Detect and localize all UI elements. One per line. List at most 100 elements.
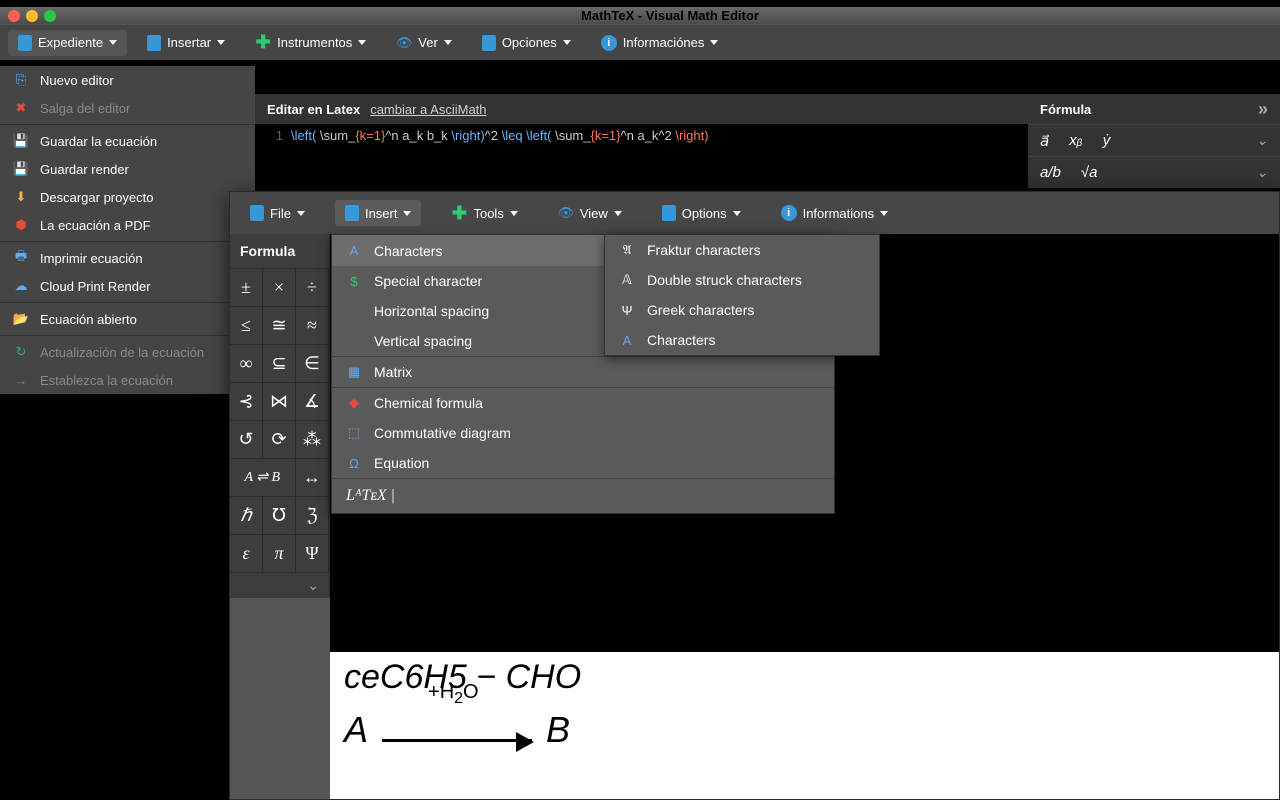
symbol-button[interactable]: ↺ — [230, 420, 263, 458]
titlebar: MathTeX - Visual Math Editor — [0, 0, 1280, 24]
menu-expediente[interactable]: Expediente — [8, 30, 127, 56]
symbol-button[interactable]: ⁂ — [296, 420, 329, 458]
formula-panel: Fórmula » a⃗ xᵦ ẏ ⌄ a/b √a ⌄ — [1028, 94, 1280, 188]
submenu-item-double-struck[interactable]: 𝔸Double struck characters — [605, 265, 879, 295]
menu-item-commutative[interactable]: ⬚Commutative diagram — [332, 418, 834, 448]
symbol-button[interactable]: ∈ — [296, 344, 329, 382]
overlay-menubar: File Insert ✚Tools 👁View Options iInform… — [230, 192, 1279, 234]
menu-instrumentos[interactable]: ✚ Instrumentos — [245, 30, 376, 56]
symbol-button[interactable]: × — [263, 268, 296, 306]
separator — [0, 335, 255, 336]
symbol-button[interactable]: ⊆ — [263, 344, 296, 382]
sidebar-item-nuevo[interactable]: ⎘Nuevo editor — [0, 66, 255, 94]
symbol-button[interactable]: ε — [230, 534, 263, 572]
menu-file[interactable]: File — [240, 200, 315, 226]
close-icon: ✖ — [12, 100, 30, 116]
formula-row[interactable]: a⃗ xᵦ ẏ ⌄ — [1028, 124, 1280, 156]
symbol-button[interactable]: ÷ — [296, 268, 329, 306]
long-arrow-icon — [382, 739, 532, 742]
sidebar-item-actualizacion[interactable]: ↻Actualización de la ecuación — [0, 338, 255, 366]
symbol-button[interactable]: ⊰ — [230, 382, 263, 420]
chevron-down-icon — [614, 211, 622, 216]
symbol-button[interactable]: A ⇌ B — [230, 458, 296, 496]
symbol-button[interactable]: ℏ — [230, 496, 263, 534]
main-menubar: Expediente Insertar ✚ Instrumentos 👁 Ver… — [0, 24, 1280, 60]
symbol-button[interactable]: ≈ — [296, 306, 329, 344]
document-icon — [345, 205, 359, 221]
sidebar-item-establezca[interactable]: →Establezca la ecuación — [0, 366, 255, 394]
sidebar-item-pdf[interactable]: ⬢La ecuación a PDF — [0, 211, 255, 239]
sidebar-item-guardar-render[interactable]: 💾Guardar render — [0, 155, 255, 183]
plus-icon: ✚ — [255, 35, 271, 51]
minimize-icon[interactable] — [26, 10, 38, 22]
menu-view[interactable]: 👁View — [548, 200, 632, 226]
eye-icon: 👁 — [396, 35, 412, 51]
symbol-button[interactable]: ∞ — [230, 344, 263, 382]
submenu-item-characters[interactable]: ACharacters — [605, 325, 879, 355]
maximize-icon[interactable] — [44, 10, 56, 22]
chevron-down-icon — [217, 40, 225, 45]
symbol-button[interactable]: ⟳ — [263, 420, 296, 458]
symbol-button[interactable]: ≤ — [230, 306, 263, 344]
symbol-button[interactable]: ± — [230, 268, 263, 306]
menu-ver[interactable]: 👁 Ver — [386, 30, 462, 56]
eye-icon: 👁 — [558, 205, 574, 221]
symbol-button[interactable]: ℧ — [263, 496, 296, 534]
symbol-button[interactable]: π — [263, 534, 296, 572]
sidebar-item-salga[interactable]: ✖Salga del editor — [0, 94, 255, 122]
psi-icon: Ψ — [619, 302, 635, 318]
formula-sidebar-title: Formula — [230, 234, 329, 268]
symbol-button[interactable]: ∡ — [296, 382, 329, 420]
character-icon: A — [619, 332, 635, 348]
symbol-button[interactable]: Ψ — [296, 534, 329, 572]
sidebar-item-descargar[interactable]: ⬇Descargar proyecto — [0, 183, 255, 211]
info-icon: i — [601, 35, 617, 51]
document-icon — [18, 35, 32, 51]
document-icon — [482, 35, 496, 51]
spacing-icon — [346, 303, 362, 319]
edit-latex-label: Editar en Latex — [267, 102, 360, 117]
sidebar-item-abierto[interactable]: 📂Ecuación abierto — [0, 305, 255, 333]
menu-insertar[interactable]: Insertar — [137, 30, 235, 56]
separator — [0, 124, 255, 125]
code-line: \left( \sum_{k=1}^n a_k b_k \right)^2 \l… — [291, 128, 709, 143]
arrow-label: +H2O — [428, 681, 479, 708]
pdf-icon: ⬢ — [12, 217, 30, 233]
dollar-icon: $ — [346, 273, 362, 289]
sidebar-item-cloud-print[interactable]: ☁Cloud Print Render — [0, 272, 255, 300]
chevron-down-icon — [444, 40, 452, 45]
chevron-down-icon[interactable]: ⌄ — [230, 572, 329, 598]
line-number: 1 — [255, 128, 291, 143]
symbol-button[interactable]: ≅ — [263, 306, 296, 344]
separator — [0, 241, 255, 242]
menu-informaciones[interactable]: i Informaciónes — [591, 30, 729, 56]
formula-symbol-sidebar: Formula ±×÷ ≤≅≈ ∞⊆∈ ⊰⋈∡ ↺⟳⁂ A ⇌ B↔ ℏ℧ℨ ε… — [230, 234, 330, 598]
formula-panel-header[interactable]: Fórmula » — [1028, 94, 1280, 124]
document-icon — [147, 35, 161, 51]
menu-insert[interactable]: Insert — [335, 200, 422, 226]
symbol-button[interactable]: ⋈ — [263, 382, 296, 420]
menu-options[interactable]: Options — [652, 200, 751, 226]
chevron-down-icon — [358, 40, 366, 45]
menu-item-equation[interactable]: ΩEquation — [332, 448, 834, 478]
symbol-button[interactable]: ℨ — [296, 496, 329, 534]
symbol-button[interactable]: ↔ — [296, 458, 329, 496]
refresh-icon: ↻ — [12, 344, 30, 360]
render-line-2: A +H2O B — [344, 709, 1265, 751]
switch-asciimath-link[interactable]: cambiar a AsciiMath — [370, 102, 486, 117]
menu-opciones[interactable]: Opciones — [472, 30, 581, 56]
menu-item-matrix[interactable]: ▦Matrix — [332, 357, 834, 387]
render-line-1: ceC6H5 − CHO — [344, 658, 1265, 697]
code-editor[interactable]: 1 \left( \sum_{k=1}^n a_k b_k \right)^2 … — [255, 124, 1028, 147]
sidebar-item-guardar-ecuacion[interactable]: 💾Guardar la ecuación — [0, 127, 255, 155]
formula-row[interactable]: a/b √a ⌄ — [1028, 156, 1280, 188]
menu-item-chemical[interactable]: ◆Chemical formula — [332, 388, 834, 418]
save-icon: 💾 — [12, 133, 30, 149]
menu-informations[interactable]: iInformations — [771, 200, 899, 226]
close-icon[interactable] — [8, 10, 20, 22]
submenu-item-greek[interactable]: ΨGreek characters — [605, 295, 879, 325]
sidebar-item-imprimir[interactable]: 🖶Imprimir ecuación — [0, 244, 255, 272]
submenu-item-fraktur[interactable]: 𝔄Fraktur characters — [605, 235, 879, 265]
menu-tools[interactable]: ✚Tools — [441, 200, 527, 226]
plus-icon: ✚ — [451, 205, 467, 221]
